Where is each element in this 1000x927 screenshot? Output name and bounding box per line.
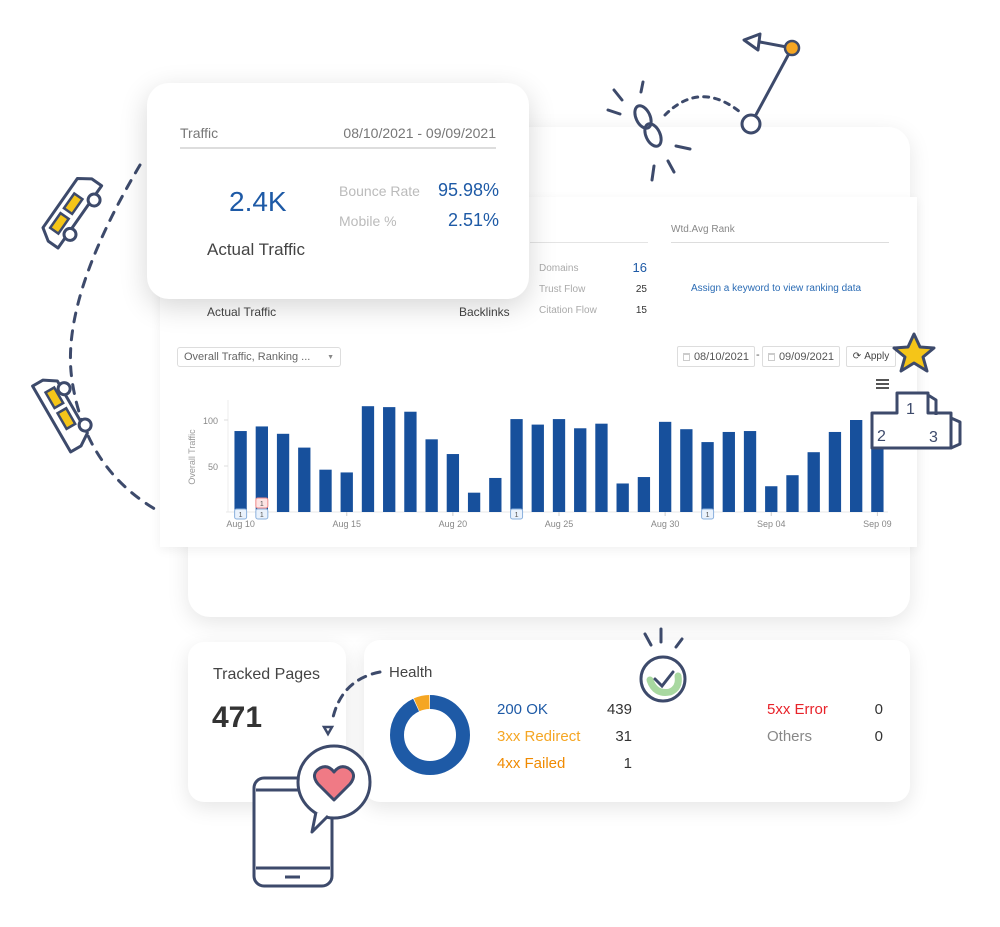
broken-link-icon [606,80,692,182]
car-icon [41,177,104,250]
mobile-label: Mobile % [339,213,397,229]
svg-text:1: 1 [906,401,915,418]
bounce-rate-label: Bounce Rate [339,183,420,199]
traffic-title: Traffic [180,125,219,141]
dashed-path-icon [330,670,382,724]
bounce-rate-value: 95.98% [437,180,499,200]
actual-traffic-label: Actual Traffic [207,240,305,259]
actual-traffic-value: 2.4K [229,186,287,217]
star-icon [892,332,936,373]
podium-icon: 1 2 3 [870,391,962,450]
mobile-value: 2.51% [447,210,499,230]
dashed-path-icon [663,95,742,117]
phone-heart-icon [252,725,372,888]
traffic-card-header: Traffic 08/10/2021 - 09/09/2021 [180,125,496,149]
svg-text:3: 3 [929,429,938,446]
traffic-date-range: 08/10/2021 - 09/09/2021 [343,125,496,141]
check-circle-icon [639,627,687,703]
traffic-card: Traffic 08/10/2021 - 09/09/2021 2.4K Act… [147,83,529,299]
pointer-icon [740,32,801,135]
svg-text:2: 2 [877,428,886,445]
